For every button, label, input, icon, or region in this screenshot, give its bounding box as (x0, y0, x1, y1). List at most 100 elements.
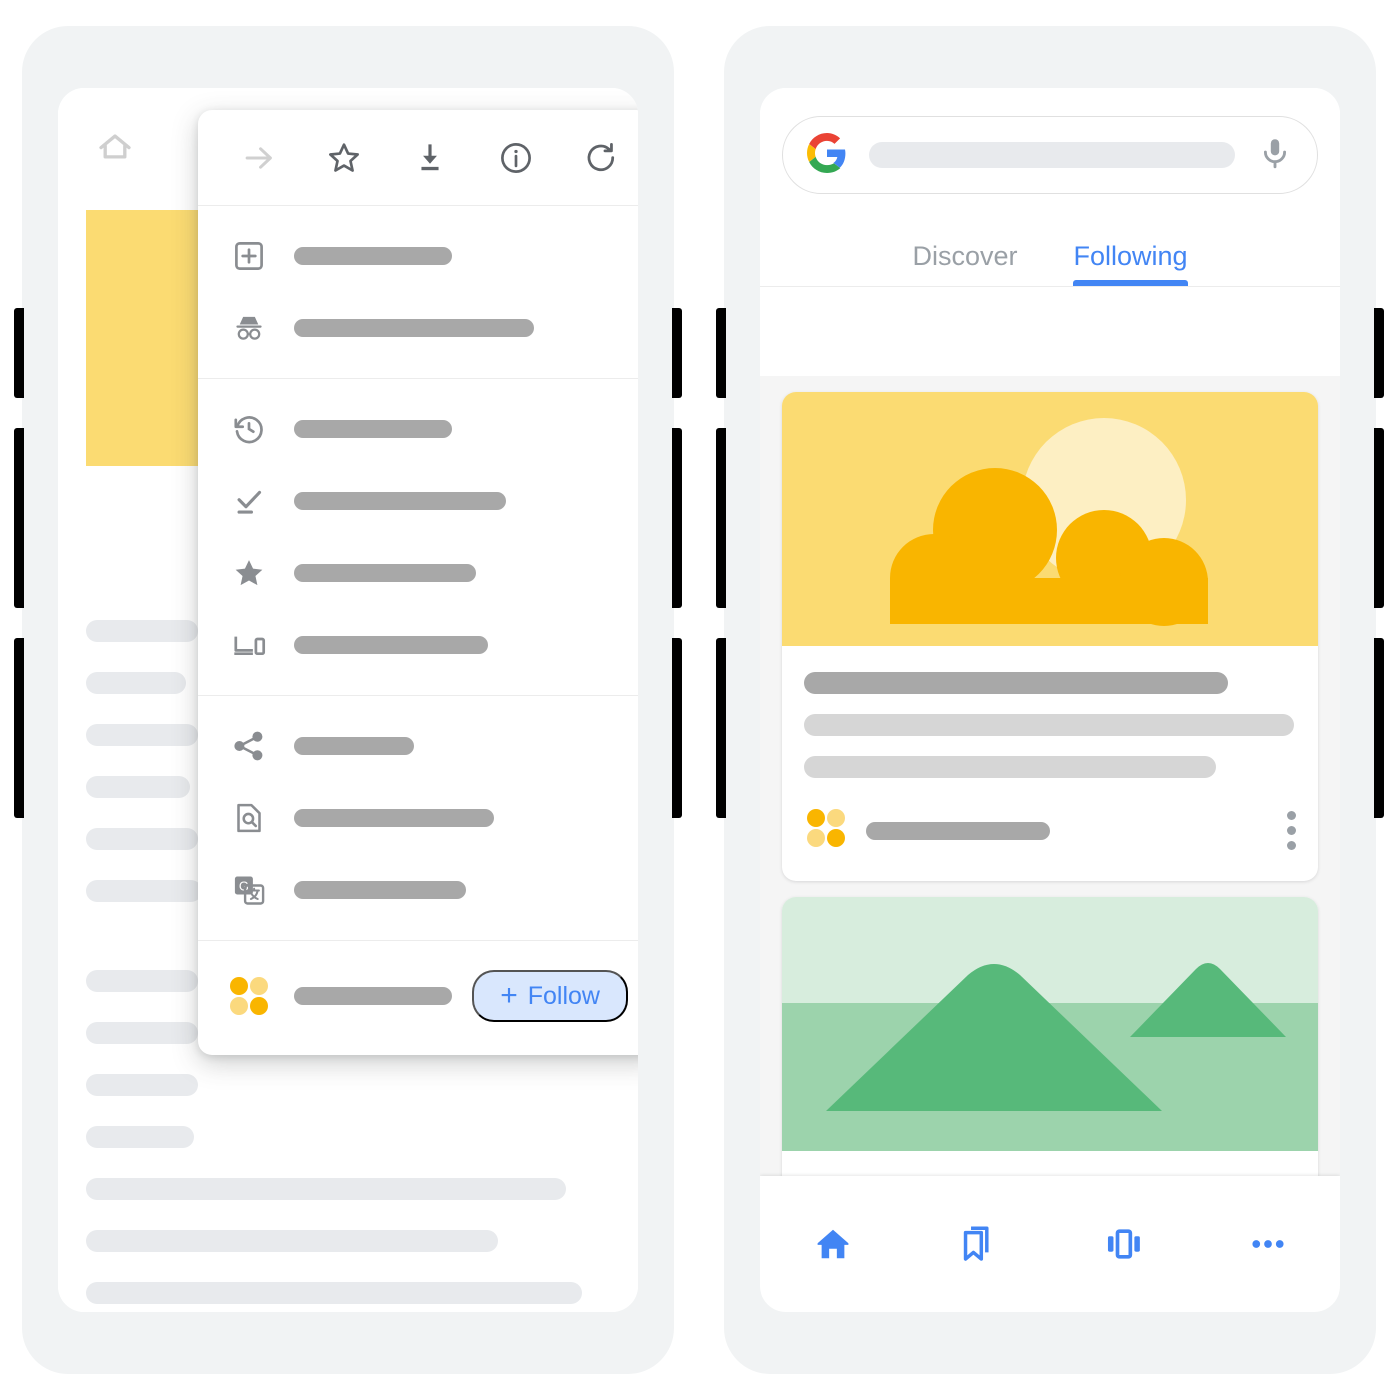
card-title-placeholder (804, 672, 1228, 694)
search-input[interactable] (869, 142, 1235, 168)
page-skeleton-line (86, 1282, 582, 1304)
page-skeleton-line (86, 724, 198, 746)
downloads-label-placeholder (294, 492, 506, 510)
download-icon[interactable] (407, 135, 453, 181)
phone-left-button-right-top[interactable] (672, 308, 682, 398)
page-skeleton-line (86, 828, 198, 850)
forward-arrow-icon[interactable] (236, 135, 282, 181)
weather-card-footer (782, 796, 1318, 881)
menu-group-follow: + Follow (198, 941, 638, 1055)
mountains-illustration (782, 897, 1318, 1151)
downloads-check-icon (222, 483, 276, 519)
find-in-page-item[interactable] (198, 782, 638, 854)
left-phone-screen: G + Follow (58, 88, 638, 1312)
google-g-logo-icon (807, 132, 847, 178)
phone-right-button-left-mid[interactable] (716, 428, 726, 608)
phone-left-button-mid[interactable] (14, 428, 24, 608)
search-bar[interactable] (782, 116, 1318, 194)
phone-right-button-top[interactable] (1374, 308, 1384, 398)
phone-right-button-left-top[interactable] (716, 308, 726, 398)
phone-left-button-bottom[interactable] (14, 638, 24, 818)
tab-following[interactable]: Following (1073, 241, 1188, 286)
incognito-icon (222, 310, 276, 346)
page-info-icon[interactable] (493, 135, 539, 181)
share-item[interactable] (198, 710, 638, 782)
history-item[interactable] (198, 393, 638, 465)
recent-tabs-label-placeholder (294, 636, 488, 654)
phone-right-button-bottom[interactable] (1374, 638, 1384, 818)
page-skeleton-line (86, 1022, 198, 1044)
page-skeleton-line (86, 776, 190, 798)
page-skeleton-line (86, 1230, 498, 1252)
microphone-icon[interactable] (1257, 135, 1293, 176)
plus-icon: + (500, 979, 518, 1012)
page-skeleton-line (86, 1126, 194, 1148)
menu-group-tabs (198, 206, 638, 379)
phone-left-button-top[interactable] (14, 308, 24, 398)
page-skeleton-line (86, 1074, 198, 1096)
menu-icon-row (198, 110, 638, 206)
header-divider (760, 286, 1340, 287)
bookmark-star-icon[interactable] (321, 135, 367, 181)
phone-left-frame: G + Follow (14, 26, 682, 1374)
bookmarks-label-placeholder (294, 564, 476, 582)
right-phone-screen: Discover Following (760, 88, 1340, 1312)
new-incognito-tab-item[interactable] (198, 292, 638, 364)
page-skeleton-line (86, 970, 198, 992)
new-incognito-label-placeholder (294, 319, 534, 337)
browser-overflow-menu[interactable]: G + Follow (198, 110, 638, 1055)
nav-bookmarks[interactable] (943, 1209, 1013, 1279)
site-favicon-four-dots-icon (804, 806, 848, 855)
phone-right-frame: Discover Following (716, 26, 1384, 1374)
home-icon[interactable] (92, 126, 138, 172)
nav-home[interactable] (798, 1209, 868, 1279)
translate-icon: G (222, 872, 276, 908)
bookmarks-item[interactable] (198, 537, 638, 609)
translate-label-placeholder (294, 881, 466, 899)
translate-item[interactable]: G (198, 854, 638, 926)
tab-discover[interactable]: Discover (912, 241, 1017, 286)
site-name-placeholder (294, 987, 452, 1005)
card-sub-placeholder-2 (804, 756, 1216, 778)
new-tab-label-placeholder (294, 247, 452, 265)
share-label-placeholder (294, 737, 414, 755)
phone-left-button-right-bottom[interactable] (672, 638, 682, 818)
feed-tabs: Discover Following (760, 194, 1340, 286)
devices-icon (222, 627, 276, 663)
follow-button-label: Follow (527, 981, 600, 1010)
downloads-item[interactable] (198, 465, 638, 537)
kebab-menu-icon[interactable] (1287, 811, 1296, 850)
feed-list[interactable] (760, 376, 1340, 1312)
find-in-page-label-placeholder (294, 809, 494, 827)
star-filled-icon (222, 555, 276, 591)
site-favicon-four-dots-icon (222, 974, 276, 1018)
page-skeleton-line (86, 620, 198, 642)
reload-icon[interactable] (578, 135, 624, 181)
phone-left-button-right-mid[interactable] (672, 428, 682, 608)
weather-card-text (782, 646, 1318, 796)
follow-site-row: + Follow (198, 959, 638, 1033)
new-tab-item[interactable] (198, 220, 638, 292)
history-icon (222, 411, 276, 447)
weather-illustration (782, 392, 1318, 646)
nav-more[interactable] (1233, 1209, 1303, 1279)
share-icon (222, 728, 276, 764)
find-in-page-icon (222, 800, 276, 836)
follow-button[interactable]: + Follow (472, 970, 628, 1022)
phone-right-button-left-bottom[interactable] (716, 638, 726, 818)
nav-tabs[interactable] (1088, 1209, 1158, 1279)
weather-card[interactable] (782, 392, 1318, 881)
screenshot-root: G + Follow Discover Following (0, 0, 1400, 1400)
recent-tabs-item[interactable] (198, 609, 638, 681)
phone-right-button-mid[interactable] (1374, 428, 1384, 608)
card-source-placeholder (866, 821, 1050, 840)
history-label-placeholder (294, 420, 452, 438)
bottom-navigation (760, 1176, 1340, 1312)
new-tab-icon (222, 238, 276, 274)
menu-group-library (198, 379, 638, 696)
page-skeleton-line (86, 880, 202, 902)
google-app-header: Discover Following (760, 88, 1340, 287)
page-skeleton-line (86, 1178, 566, 1200)
menu-group-page-actions: G (198, 696, 638, 941)
page-skeleton-line (86, 672, 186, 694)
